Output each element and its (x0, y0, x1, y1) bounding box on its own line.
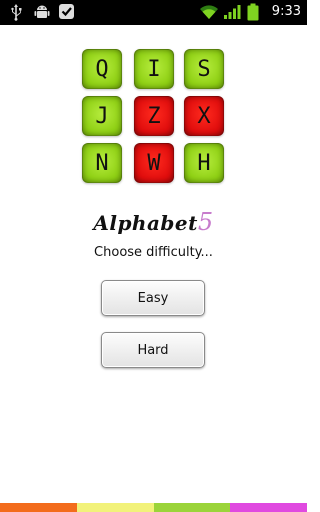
easy-button[interactable]: Easy (101, 280, 205, 316)
stripe-yellow (76, 503, 154, 512)
wifi-icon (199, 3, 219, 21)
letter-tile: Q (82, 49, 122, 89)
difficulty-prompt: Choose difficulty... (94, 245, 213, 260)
stripe-orange (0, 503, 77, 512)
logo-word: Alphabet (93, 211, 198, 235)
app-logo: Alphabet5 (0, 208, 307, 236)
stripe-green (153, 503, 231, 512)
letter-tile: W (134, 143, 174, 183)
hard-button[interactable]: Hard (101, 332, 205, 368)
logo-digit: 5 (197, 208, 214, 236)
letter-grid: Q I S J Z X N W H (82, 49, 226, 185)
android-debug-icon (32, 3, 52, 21)
letter-tile: H (184, 143, 224, 183)
letter-tile: Z (134, 96, 174, 136)
download-check-icon (57, 3, 77, 21)
bottom-color-bar (0, 503, 307, 512)
letter-tile: I (134, 49, 174, 89)
usb-icon (6, 3, 26, 21)
letter-tile: N (82, 143, 122, 183)
battery-icon (246, 3, 260, 21)
status-time: 9:33 (271, 4, 301, 19)
letter-tile: S (184, 49, 224, 89)
letter-tile: X (184, 96, 224, 136)
stripe-magenta (230, 503, 307, 512)
status-bar: 9:33 (0, 0, 307, 25)
signal-icon (223, 3, 243, 21)
letter-tile: J (82, 96, 122, 136)
